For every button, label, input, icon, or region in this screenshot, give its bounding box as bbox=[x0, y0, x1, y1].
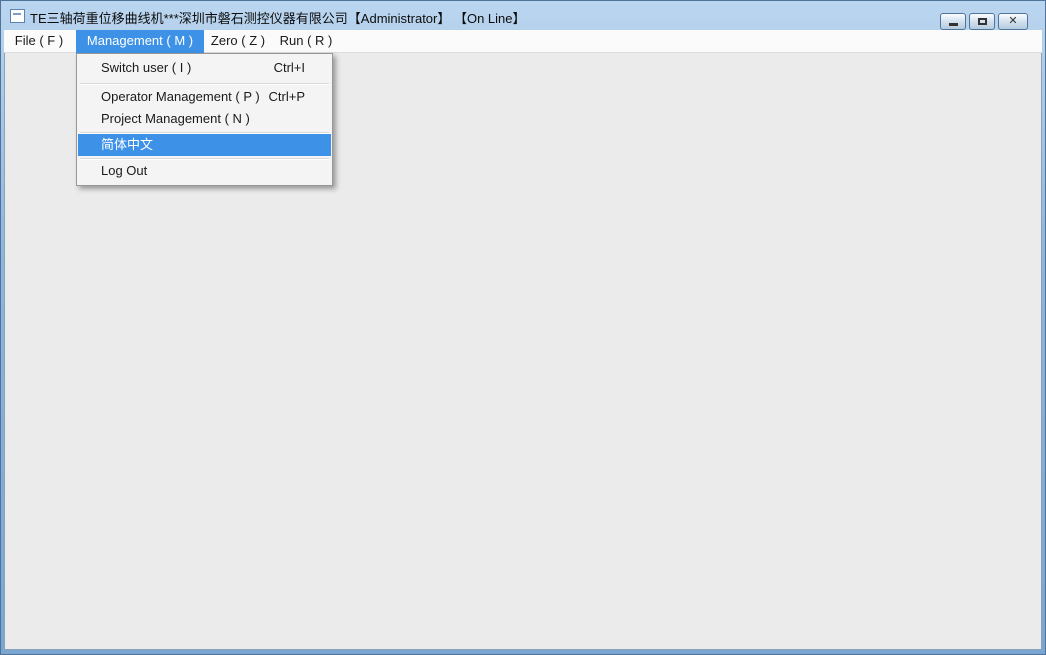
close-icon: ✕ bbox=[1008, 15, 1018, 27]
menu-item-label: Switch user ( I ) bbox=[101, 60, 192, 75]
maximize-button[interactable] bbox=[969, 13, 995, 30]
maximize-icon bbox=[977, 18, 987, 25]
menu-management[interactable]: Management ( M ) bbox=[76, 30, 204, 53]
menu-item-label: 简体中文 bbox=[101, 137, 154, 152]
menu-item-operator-management[interactable]: Operator Management ( P ) Ctrl+P bbox=[78, 86, 331, 108]
menu-item-log-out[interactable]: Log Out bbox=[78, 160, 331, 182]
menu-separator bbox=[80, 83, 329, 85]
close-button[interactable]: ✕ bbox=[998, 13, 1028, 30]
minimize-button[interactable] bbox=[940, 13, 966, 30]
menu-item-switch-user[interactable]: Switch user ( I ) Ctrl+I bbox=[78, 57, 331, 79]
menu-item-project-management[interactable]: Project Management ( N ) bbox=[78, 108, 331, 130]
management-menu-dropdown: Switch user ( I ) Ctrl+I Operator Manage… bbox=[76, 53, 333, 186]
menu-item-shortcut: Ctrl+I bbox=[273, 60, 305, 75]
window-title: TE三轴荷重位移曲线机***深圳市磐石测控仪器有限公司【Administrato… bbox=[30, 11, 526, 26]
menu-zero[interactable]: Zero ( Z ) bbox=[204, 30, 272, 53]
menu-item-shortcut: Ctrl+P bbox=[268, 89, 305, 104]
menu-item-label: Operator Management ( P ) bbox=[101, 89, 260, 104]
menubar: File ( F ) Management ( M ) Zero ( Z ) R… bbox=[4, 30, 1042, 53]
menu-item-simplified-chinese[interactable]: 简体中文 bbox=[78, 134, 331, 156]
menu-item-label: Project Management ( N ) bbox=[101, 111, 250, 126]
menu-run[interactable]: Run ( R ) bbox=[274, 30, 338, 53]
menu-file[interactable]: File ( F ) bbox=[6, 30, 72, 53]
app-icon bbox=[10, 9, 25, 23]
minimize-icon bbox=[948, 23, 958, 26]
menu-item-label: Log Out bbox=[101, 163, 148, 178]
